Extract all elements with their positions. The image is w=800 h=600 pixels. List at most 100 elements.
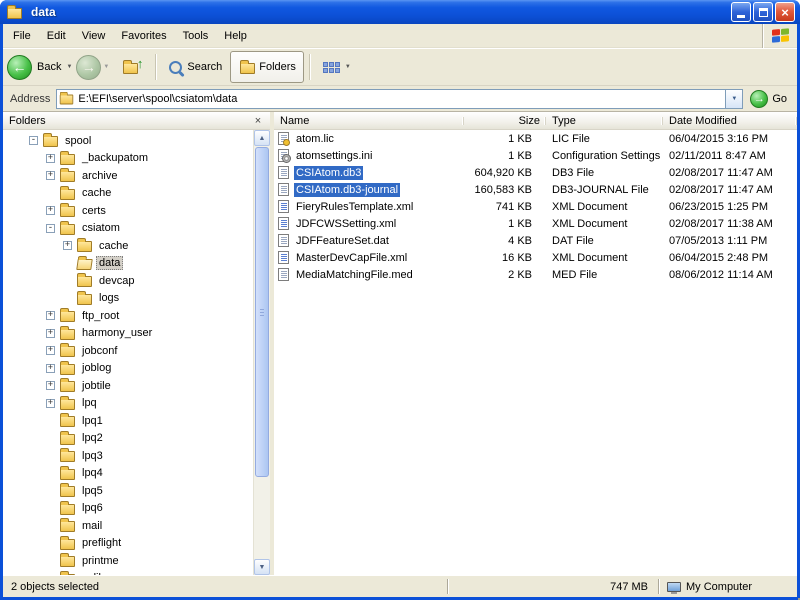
tree-item[interactable]: preflight xyxy=(3,535,253,553)
tree-item[interactable]: + jobconf xyxy=(3,342,253,360)
file-name-cell: atom.lic xyxy=(274,132,464,146)
menu-item[interactable]: Edit xyxy=(39,26,74,46)
address-dropdown-button[interactable]: ▼ xyxy=(725,90,742,108)
expand-box[interactable]: - xyxy=(46,224,55,233)
tree-item[interactable]: lpq5 xyxy=(3,482,253,500)
scroll-thumb[interactable] xyxy=(255,147,269,477)
column-header-type[interactable]: Type xyxy=(546,115,663,127)
search-button[interactable]: Search xyxy=(161,51,230,83)
file-row[interactable]: MediaMatchingFile.med 2 KB MED File 08/0… xyxy=(274,266,797,283)
menu-item[interactable]: View xyxy=(74,26,114,46)
file-name-label[interactable]: atom.lic xyxy=(294,132,336,146)
tree-item[interactable]: + lpq xyxy=(3,395,253,413)
tree-item[interactable]: + ftp_root xyxy=(3,307,253,325)
views-button[interactable]: ▼ xyxy=(315,51,363,83)
file-row[interactable]: CSIAtom.db3-journal 160,583 KB DB3-JOURN… xyxy=(274,181,797,198)
maximize-button[interactable] xyxy=(753,2,773,22)
close-folders-pane-button[interactable]: × xyxy=(250,115,266,127)
menu-item[interactable]: Tools xyxy=(175,26,217,46)
back-button[interactable]: ← xyxy=(7,55,32,80)
file-row[interactable]: CSIAtom.db3 604,920 KB DB3 File 02/08/20… xyxy=(274,164,797,181)
file-row[interactable]: JDFCWSSetting.xml 1 KB XML Document 02/0… xyxy=(274,215,797,232)
tree-item[interactable]: mail xyxy=(3,517,253,535)
file-row[interactable]: atomsettings.ini 1 KB Configuration Sett… xyxy=(274,147,797,164)
resize-grip[interactable] xyxy=(792,592,794,594)
forward-history-chevron-icon[interactable]: ▼ xyxy=(103,64,109,70)
tree-item[interactable]: lpq4 xyxy=(3,465,253,483)
file-name-label[interactable]: MediaMatchingFile.med xyxy=(294,268,415,282)
expand-box[interactable]: + xyxy=(46,346,55,355)
tree-item[interactable]: lpq6 xyxy=(3,500,253,518)
folders-icon xyxy=(240,63,255,74)
file-name-label[interactable]: MasterDevCapFile.xml xyxy=(294,251,409,265)
expand-box[interactable]: + xyxy=(63,241,72,250)
file-name-label[interactable]: JDFFeatureSet.dat xyxy=(294,234,391,248)
tree-item[interactable]: lpq2 xyxy=(3,430,253,448)
tree-item[interactable]: + cache xyxy=(3,237,253,255)
folder-icon xyxy=(60,189,75,200)
folder-icon xyxy=(60,329,75,340)
back-button-label[interactable]: Back xyxy=(37,61,61,73)
menu-item[interactable]: Help xyxy=(216,26,255,46)
status-zone: My Computer xyxy=(659,581,797,593)
file-type-cell: XML Document xyxy=(546,218,663,230)
minimize-button[interactable] xyxy=(731,2,751,22)
expand-box[interactable]: + xyxy=(46,329,55,338)
file-name-label[interactable]: FieryRulesTemplate.xml xyxy=(294,200,415,214)
tree-item[interactable]: + _backupatom xyxy=(3,150,253,168)
file-row[interactable]: atom.lic 1 KB LIC File 06/04/2015 3:16 P… xyxy=(274,130,797,147)
tree-item[interactable]: lpq3 xyxy=(3,447,253,465)
menu-item[interactable]: File xyxy=(5,26,39,46)
window-title: data xyxy=(31,5,729,19)
expand-box[interactable]: + xyxy=(46,364,55,373)
folders-toggle-button[interactable]: Folders xyxy=(230,51,304,83)
tree-item-label: lpq1 xyxy=(79,414,106,428)
expand-box[interactable]: + xyxy=(46,381,55,390)
address-input[interactable] xyxy=(78,91,725,107)
scroll-up-button[interactable]: ▲ xyxy=(254,130,270,146)
file-row[interactable]: FieryRulesTemplate.xml 741 KB XML Docume… xyxy=(274,198,797,215)
file-row[interactable]: MasterDevCapFile.xml 16 KB XML Document … xyxy=(274,249,797,266)
column-header-size[interactable]: Size xyxy=(464,115,546,127)
expand-box[interactable]: + xyxy=(46,154,55,163)
tree-item[interactable]: logs xyxy=(3,290,253,308)
folder-icon xyxy=(60,154,75,165)
expand-box[interactable]: + xyxy=(46,171,55,180)
tree-item-label: ftp_root xyxy=(79,309,122,323)
expand-box[interactable]: + xyxy=(46,311,55,320)
file-name-label[interactable]: JDFCWSSetting.xml xyxy=(294,217,398,231)
tree-item[interactable]: + archive xyxy=(3,167,253,185)
file-name-label[interactable]: CSIAtom.db3 xyxy=(294,166,363,180)
tree-item[interactable]: printme xyxy=(3,552,253,570)
tree-item[interactable]: data xyxy=(3,255,253,273)
menu-item[interactable]: Favorites xyxy=(113,26,174,46)
tree-item[interactable]: + certs xyxy=(3,202,253,220)
tree-item[interactable]: lpq1 xyxy=(3,412,253,430)
go-button[interactable]: → Go xyxy=(750,90,787,108)
tree-item[interactable]: + harmony_user xyxy=(3,325,253,343)
folder-icon xyxy=(60,434,75,445)
file-name-cell: MasterDevCapFile.xml xyxy=(274,251,464,265)
file-name-cell: JDFCWSSetting.xml xyxy=(274,217,464,231)
file-name-label[interactable]: CSIAtom.db3-journal xyxy=(294,183,400,197)
forward-button[interactable]: → xyxy=(76,55,101,80)
column-header-date-modified[interactable]: Date Modified xyxy=(663,115,797,127)
scroll-down-button[interactable]: ▼ xyxy=(254,559,270,575)
close-button[interactable]: × xyxy=(775,2,795,22)
maximize-icon xyxy=(759,8,768,17)
tree-item[interactable]: - spool xyxy=(3,132,253,150)
tree-item[interactable]: devcap xyxy=(3,272,253,290)
back-history-chevron-icon[interactable]: ▼ xyxy=(66,64,72,70)
expand-box[interactable]: + xyxy=(46,206,55,215)
expand-box[interactable]: - xyxy=(29,136,38,145)
up-button[interactable]: ↑ xyxy=(113,51,150,83)
file-name-label[interactable]: atomsettings.ini xyxy=(294,149,374,163)
tree-item[interactable]: + joblog xyxy=(3,360,253,378)
tree-item[interactable]: + jobtile xyxy=(3,377,253,395)
scroll-track[interactable] xyxy=(254,146,270,559)
tree-item[interactable]: - csiatom xyxy=(3,220,253,238)
expand-box[interactable]: + xyxy=(46,399,55,408)
column-header-name[interactable]: Name xyxy=(274,115,464,127)
tree-item[interactable]: cache xyxy=(3,185,253,203)
file-row[interactable]: JDFFeatureSet.dat 4 KB DAT File 07/05/20… xyxy=(274,232,797,249)
